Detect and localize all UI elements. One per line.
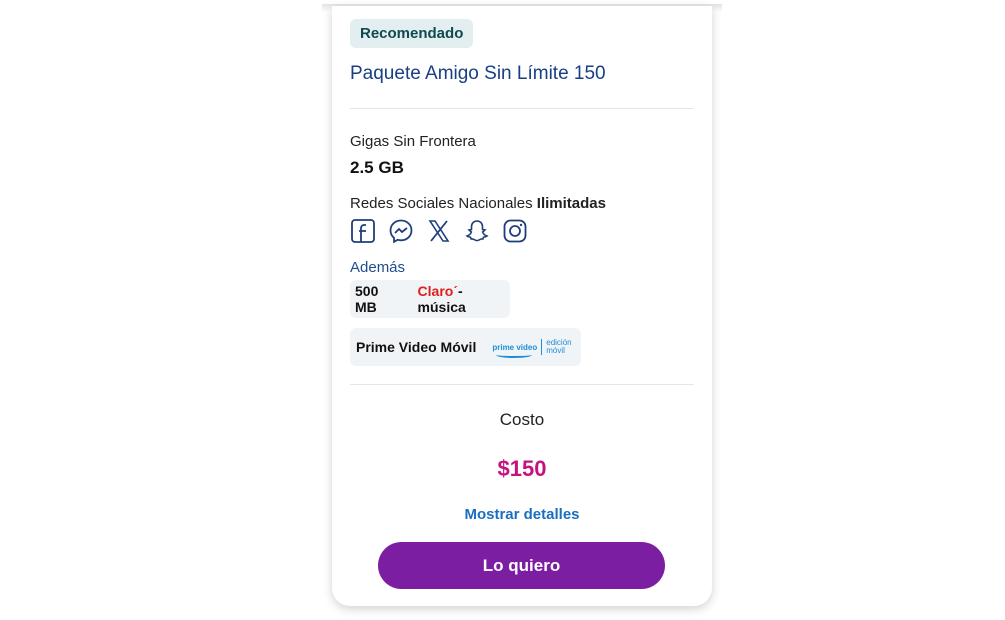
- claro-logo-brand: Claro: [417, 283, 454, 299]
- recommended-badge: Recomendado: [350, 19, 474, 48]
- social-icons: [350, 218, 528, 244]
- prime-logo-sub-2: móvil: [546, 346, 565, 355]
- social-label: Redes Sociales Nacionales Ilimitadas: [350, 195, 606, 212]
- claro-logo-mark: ˊ: [453, 283, 459, 299]
- instagram-icon: [502, 218, 528, 244]
- cost-label: Costo: [499, 410, 545, 429]
- social-label-text: Redes Sociales Nacionales: [350, 195, 537, 212]
- social-label-bold: Ilimitadas: [536, 195, 606, 212]
- facebook-icon: [350, 218, 376, 244]
- price-value: $150: [497, 456, 547, 481]
- show-details-link[interactable]: Mostrar detalles: [332, 506, 712, 523]
- gigas-value: 2.5 GB: [350, 158, 404, 177]
- prime-logo-separator: [541, 339, 543, 355]
- x-icon: [426, 218, 452, 244]
- divider: [350, 384, 694, 385]
- plan-title: Paquete Amigo Sin Límite 150: [350, 63, 606, 84]
- gigas-label: Gigas Sin Frontera: [350, 133, 476, 150]
- extra-claro-text: 500 MB: [355, 283, 379, 315]
- prime-smile-mark: [496, 352, 533, 358]
- prime-logo-main-text: prime video: [492, 342, 538, 352]
- extra-claro-musica: 500 MB Claroˊ-música: [350, 280, 510, 318]
- extra-prime-video: Prime Video Móvil prime video edición móv…: [350, 328, 581, 366]
- plan-card: Recomendado Paquete Amigo Sin Límite 150…: [332, 6, 712, 606]
- claro-musica-logo: Claroˊ-música: [417, 283, 466, 315]
- ademas-label: Además: [350, 259, 406, 276]
- prime-logo-main: prime video: [492, 342, 538, 358]
- prime-video-logo: prime video edición móvil: [492, 339, 572, 358]
- prime-logo-sub: edición móvil: [546, 339, 571, 355]
- messenger-icon: [388, 218, 414, 244]
- divider: [350, 108, 694, 109]
- snapchat-icon: [464, 218, 490, 244]
- claro-logo-suffix: música: [417, 299, 466, 315]
- extra-prime-text: Prime Video Móvil: [356, 339, 477, 355]
- want-it-button[interactable]: Lo quiero: [378, 542, 665, 589]
